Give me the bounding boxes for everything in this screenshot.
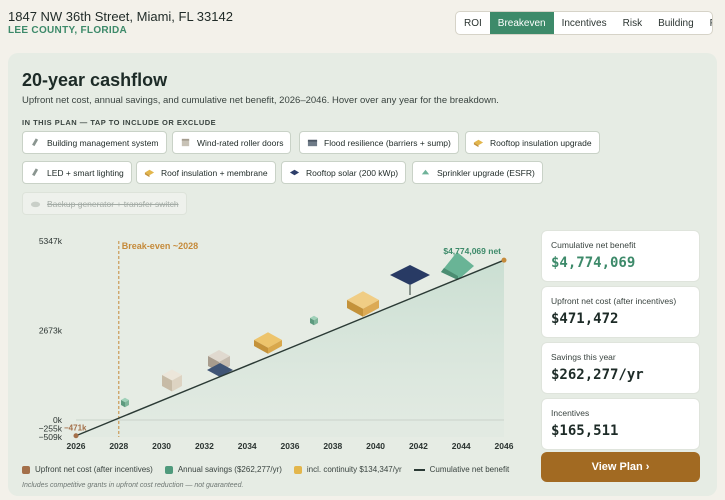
solar-panel-icon <box>289 169 300 176</box>
chart-legend: Upfront net cost (after incentives) Annu… <box>22 465 509 474</box>
plan-label: IN THIS PLAN — TAP TO INCLUDE OR EXCLUDE <box>22 118 217 127</box>
legend-label: incl. continuity $134,347/yr <box>306 465 402 474</box>
box-icon <box>181 138 190 147</box>
chip-label: Flood resilience (barriers + sump) <box>324 137 451 148</box>
legend-item-continuity: incl. continuity $134,347/yr <box>293 465 402 474</box>
chip-flood-resilience[interactable]: Flood resilience (barriers + sump) <box>299 131 459 154</box>
chip-led-lighting[interactable]: LED + smart lighting <box>22 161 132 184</box>
legend-swatch <box>164 465 173 474</box>
chip-label: Roof insulation + membrane <box>161 167 268 178</box>
metric-value: $471,472 <box>551 311 619 327</box>
county-label: LEE COUNTY, FLORIDA <box>8 25 128 36</box>
metric-label: Cumulative net benefit <box>551 240 636 250</box>
barrier-icon <box>307 139 318 147</box>
chip-label: Sprinkler upgrade (ESFR) <box>437 167 535 178</box>
page-subtitle: Upfront net cost, annual savings, and cu… <box>22 95 499 106</box>
tab-building[interactable]: Building <box>650 12 702 34</box>
chip-rooftop-solar[interactable]: Rooftop solar (200 kWp) <box>281 161 407 184</box>
legend-swatch <box>22 465 30 474</box>
tab-roi[interactable]: ROI <box>456 12 490 34</box>
metric-card-upfront-cost: Upfront net cost (after incentives) $471… <box>541 286 700 338</box>
tab-bar: ROI Breakeven Incentives Risk Building P… <box>455 11 713 35</box>
chip-label: Backup generator + transfer switch <box>47 198 179 209</box>
sprinkler-icon <box>421 169 430 175</box>
chip-backup-generator[interactable]: Backup generator + transfer switch <box>22 192 187 215</box>
legend-label: Upfront net cost (after incentives) <box>35 465 153 474</box>
metric-label: Upfront net cost (after incentives) <box>551 296 677 306</box>
property-address: 1847 NW 36th Street, Miami, FL 33142 <box>8 9 233 24</box>
legend-label: Annual savings ($262,277/yr) <box>177 465 282 474</box>
chip-label: Building management system <box>47 137 159 148</box>
metric-card-savings: Savings this year $262,277/yr <box>541 342 700 394</box>
legend-item-cumulative: Cumulative net benefit <box>413 465 510 474</box>
metric-value: $262,277/yr <box>551 367 644 383</box>
chip-roof-membrane[interactable]: Roof insulation + membrane <box>136 161 276 184</box>
tab-plan[interactable]: Plan <box>702 12 712 34</box>
metric-card-net-benefit: Cumulative net benefit $4,774,069 <box>541 230 700 282</box>
chip-roller-doors[interactable]: Wind-rated roller doors <box>172 131 292 154</box>
view-plan-button[interactable]: View Plan › <box>541 452 700 482</box>
metric-value: $165,511 <box>551 423 619 439</box>
chip-rooftop-insulation[interactable]: Rooftop insulation upgrade <box>465 131 600 154</box>
chip-label: Wind-rated roller doors <box>197 137 284 148</box>
tab-incentives[interactable]: Incentives <box>554 12 615 34</box>
metric-card-incentives: Incentives $165,511 <box>541 398 700 450</box>
page-title: 20-year cashflow <box>22 70 168 90</box>
chip-label: Rooftop solar (200 kWp) <box>306 167 399 178</box>
membrane-icon <box>144 169 155 178</box>
insulation-icon <box>473 139 484 148</box>
legend-item-savings: Annual savings ($262,277/yr) <box>164 465 282 474</box>
generator-icon <box>30 201 41 208</box>
chip-sprinkler[interactable]: Sprinkler upgrade (ESFR) <box>412 161 543 184</box>
legend-label: Cumulative net benefit <box>429 465 510 474</box>
metric-label: Incentives <box>551 408 590 418</box>
metric-value: $4,774,069 <box>551 255 636 271</box>
legend-item-upfront: Upfront net cost (after incentives) <box>22 465 153 474</box>
disclaimer-note: Includes competitive grants in upfront c… <box>22 482 244 489</box>
chip-building-management[interactable]: Building management system <box>22 131 167 154</box>
chip-label: LED + smart lighting <box>47 167 124 178</box>
bulb-icon <box>32 168 39 177</box>
chip-label: Rooftop insulation upgrade <box>490 137 592 148</box>
legend-swatch <box>293 465 302 474</box>
page-header: 1847 NW 36th Street, Miami, FL 33142 LEE… <box>0 0 725 48</box>
chip-icon <box>32 138 39 147</box>
tab-breakeven[interactable]: Breakeven <box>489 12 554 34</box>
legend-swatch <box>413 468 425 471</box>
tab-risk[interactable]: Risk <box>615 12 650 34</box>
metric-label: Savings this year <box>551 352 616 362</box>
